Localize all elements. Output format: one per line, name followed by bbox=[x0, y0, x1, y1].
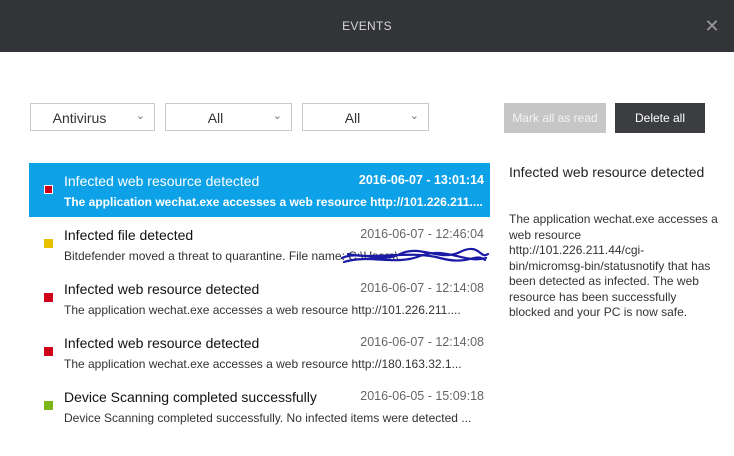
severity-filter-value: All bbox=[207, 110, 224, 126]
event-date: 2016-06-07 - 12:14:08 bbox=[360, 281, 484, 295]
severity-indicator-icon bbox=[44, 401, 53, 410]
severity-indicator-icon bbox=[44, 347, 53, 356]
module-filter-value: Antivirus bbox=[52, 110, 107, 126]
event-date: 2016-06-05 - 15:09:18 bbox=[360, 389, 484, 403]
window-title: EVENTS bbox=[342, 19, 392, 33]
detail-body: The application wechat.exe accesses a we… bbox=[509, 212, 718, 319]
event-description: Bitdefender moved a threat to quarantine… bbox=[64, 249, 409, 263]
severity-indicator-icon bbox=[44, 185, 53, 194]
event-row[interactable]: Infected file detected 2016-06-07 - 12:46… bbox=[29, 217, 490, 271]
module-filter-dropdown[interactable]: Antivirus ⌄ bbox=[30, 103, 155, 131]
mark-all-as-read-button[interactable]: Mark all as read bbox=[504, 103, 606, 133]
event-title: Infected web resource detected bbox=[64, 173, 260, 189]
event-row[interactable]: Infected web resource detected 2016-06-07… bbox=[29, 325, 490, 379]
event-row[interactable]: Infected web resource detected 2016-06-07… bbox=[29, 271, 490, 325]
detail-title: Infected web resource detected bbox=[509, 164, 705, 180]
event-description: The application wechat.exe accesses a we… bbox=[64, 357, 462, 371]
event-description: Device Scanning completed successfully. … bbox=[64, 411, 472, 425]
event-date: 2016-06-07 - 12:14:08 bbox=[360, 335, 484, 349]
event-row[interactable]: Infected web resource detected 2016-06-07… bbox=[29, 163, 490, 217]
chevron-down-icon: ⌄ bbox=[135, 110, 145, 122]
event-description: The application wechat.exe accesses a we… bbox=[64, 303, 461, 317]
delete-all-button[interactable]: Delete all bbox=[615, 103, 705, 133]
event-description: The application wechat.exe accesses a we… bbox=[64, 195, 483, 209]
event-date: 2016-06-07 - 13:01:14 bbox=[358, 173, 484, 187]
event-title: Infected file detected bbox=[64, 227, 194, 243]
event-row[interactable]: Device Scanning completed successfully 20… bbox=[29, 379, 490, 433]
title-bar: EVENTS ✕ bbox=[0, 0, 734, 52]
event-detail-panel: Infected web resource detected The appli… bbox=[509, 163, 719, 321]
event-date: 2016-06-07 - 12:46:04 bbox=[360, 227, 484, 241]
chevron-down-icon: ⌄ bbox=[409, 110, 419, 122]
severity-indicator-icon bbox=[44, 293, 53, 302]
severity-filter-dropdown[interactable]: All ⌄ bbox=[165, 103, 292, 131]
close-icon[interactable]: ✕ bbox=[701, 15, 723, 37]
event-list: Infected web resource detected 2016-06-07… bbox=[29, 163, 490, 433]
severity-indicator-icon bbox=[44, 239, 53, 248]
event-title: Infected web resource detected bbox=[64, 281, 260, 297]
event-title: Device Scanning completed successfully bbox=[64, 389, 317, 405]
event-title: Infected web resource detected bbox=[64, 335, 260, 351]
time-filter-dropdown[interactable]: All ⌄ bbox=[302, 103, 429, 131]
time-filter-value: All bbox=[344, 110, 361, 126]
chevron-down-icon: ⌄ bbox=[272, 110, 282, 122]
